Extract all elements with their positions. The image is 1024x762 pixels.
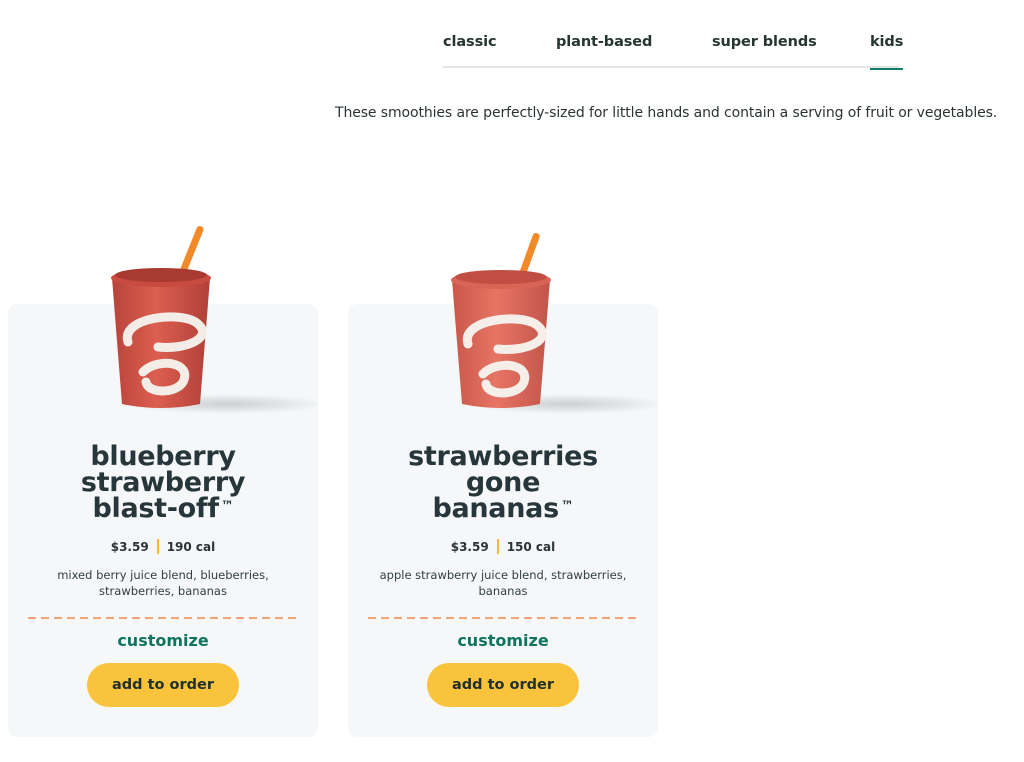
price-calories: $3.59 190 cal	[8, 539, 318, 555]
trademark: ™	[560, 499, 574, 514]
add-to-order-button[interactable]: add to order	[87, 663, 239, 707]
page: classic plant-based super blends kids Th…	[0, 0, 1024, 762]
add-to-order-button[interactable]: add to order	[427, 663, 579, 707]
product-card: blueberry strawberry blast-off ™ $3.59 190…	[8, 226, 318, 737]
smoothie-cup-image	[8, 222, 318, 417]
price: $3.59	[450, 540, 489, 554]
ingredients: mixed berry juice blend, blueberries, st…	[57, 568, 269, 598]
smoothie-cup-icon	[111, 226, 318, 414]
tab-super-blends[interactable]: super blends	[712, 34, 817, 68]
category-tabs: classic plant-based super blends kids	[443, 34, 904, 70]
separator	[496, 539, 499, 554]
category-description: These smoothies are perfectly-sized for …	[335, 105, 998, 121]
price-calories: $3.59 150 cal	[348, 539, 658, 555]
product-name-line: blast-off	[92, 493, 219, 524]
tab-kids[interactable]: kids	[870, 34, 904, 70]
product-card: strawberries gone bananas ™ $3.59 150 cal …	[348, 232, 658, 737]
product-name: strawberries gone bananas ™	[368, 443, 638, 524]
ingredients: apple strawberry juice blend, strawberri…	[379, 568, 627, 598]
tab-classic[interactable]: classic	[443, 34, 497, 68]
smoothie-cup-icon	[451, 232, 658, 414]
customize-link[interactable]: customize	[8, 631, 318, 650]
tab-plant-based[interactable]: plant-based	[556, 34, 652, 68]
separator	[156, 539, 159, 554]
customize-link[interactable]: customize	[348, 631, 658, 650]
calories: 150 cal	[506, 540, 556, 554]
product-name-line: bananas	[432, 493, 559, 524]
trademark: ™	[220, 499, 234, 514]
dashed-divider	[28, 617, 298, 619]
smoothie-cup-image	[348, 222, 658, 417]
product-name: blueberry strawberry blast-off ™	[28, 443, 298, 524]
dashed-divider	[368, 617, 638, 619]
calories: 190 cal	[166, 540, 216, 554]
price: $3.59	[110, 540, 149, 554]
